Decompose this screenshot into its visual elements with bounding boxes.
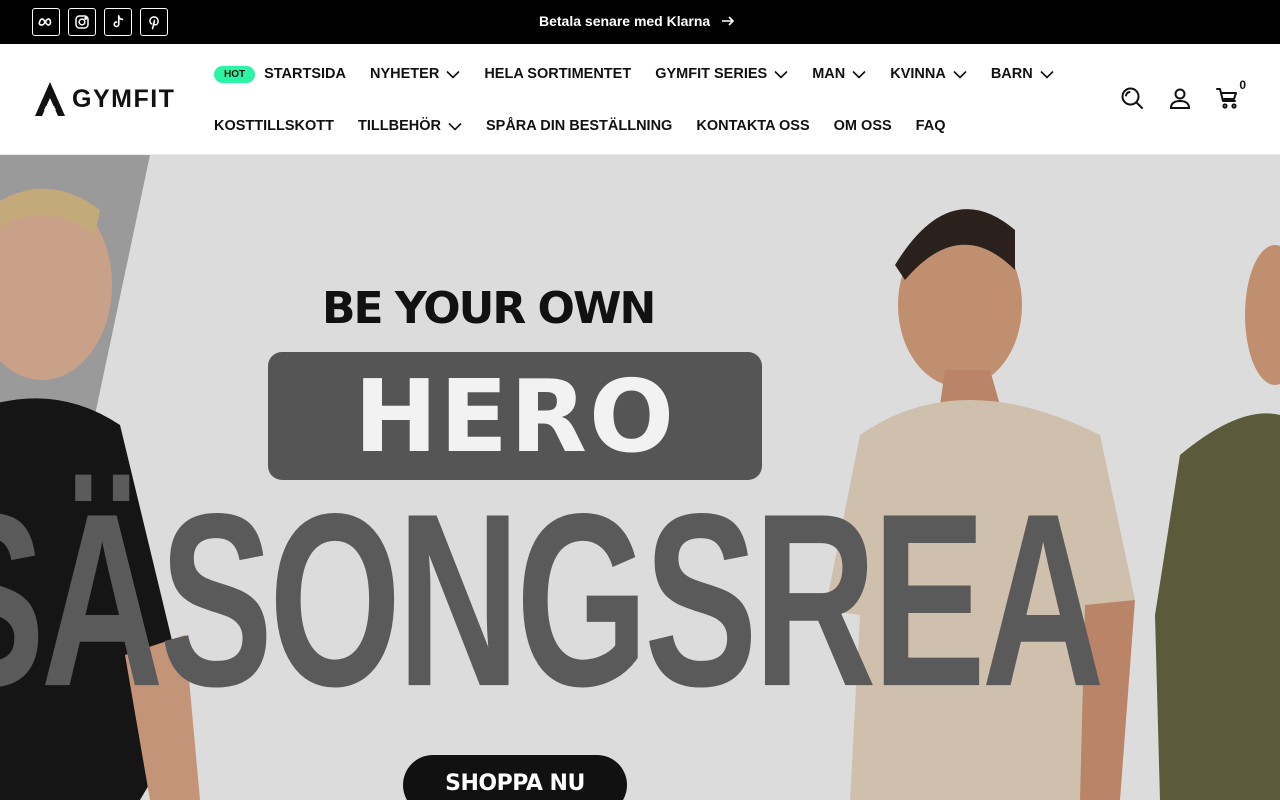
nav-label: HELA SORTIMENTET [484,66,632,82]
nav-barn[interactable]: BARN [991,62,1054,86]
nav-man[interactable]: MAN [812,62,866,86]
gymfit-logo-icon [35,82,65,116]
site-header: GYMFIT HOT STARTSIDA NYHETER HELA SORTIM… [0,44,1280,155]
nav-label: FAQ [915,118,946,134]
chevron-down-icon [448,122,462,131]
tiktok-icon [113,15,124,28]
nav-kontakta-oss[interactable]: KONTAKTA OSS [696,114,809,138]
cart-icon [1216,88,1237,109]
instagram-icon [75,15,89,29]
nav-label: TILLBEHÖR [358,118,441,134]
account-button[interactable] [1168,86,1192,112]
nav-label: OM OSS [833,118,892,134]
nav-nyheter[interactable]: NYHETER [370,62,460,86]
klarna-announcement-link[interactable]: Betala senare med Klarna [539,13,736,29]
nav-kosttillskott[interactable]: KOSTTILLSKOTT [214,114,334,138]
nav-hela-sortimentet[interactable]: HELA SORTIMENTET [484,62,631,86]
nav-label: KOSTTILLSKOTT [214,118,335,134]
instagram-link[interactable] [68,8,96,36]
logo-text: GYMFIT [72,84,176,113]
nav-om-oss[interactable]: OM OSS [834,114,892,138]
nav-label: MAN [812,66,846,82]
tiktok-link[interactable] [104,8,132,36]
search-button[interactable] [1120,86,1144,112]
chevron-down-icon [774,70,788,79]
header-actions: 0 [1120,78,1246,112]
meta-icon [38,18,52,26]
shop-now-label: SHOPPA NU [445,771,585,796]
chevron-down-icon [446,70,460,79]
hero-sale-title: SÄSONGSREA [0,463,1105,739]
nav-label: KONTAKTA OSS [696,118,810,134]
cart-button[interactable]: 0 [1216,78,1246,112]
nav-startsida[interactable]: HOT STARTSIDA [214,62,346,86]
nav-spara-din-bestallning[interactable]: SPÅRA DIN BESTÄLLNING [486,114,672,138]
nav-tillbehor[interactable]: TILLBEHÖR [358,114,462,138]
meta-link[interactable] [32,8,60,36]
nav-label: BARN [990,66,1033,82]
cart-count: 0 [1239,78,1246,92]
pinterest-link[interactable] [140,8,168,36]
main-nav-row-2: KOSTTILLSKOTT TILLBEHÖR SPÅRA DIN BESTÄL… [214,114,969,138]
hero-headline: BE YOUR OWN [322,283,656,334]
nav-label: STARTSIDA [264,66,347,82]
search-icon [1121,87,1143,109]
nav-label: GYMFIT SERIES [655,66,768,82]
chevron-down-icon [953,70,967,79]
user-icon [1169,88,1191,109]
arrow-right-icon [722,16,735,26]
nav-faq[interactable]: FAQ [916,114,946,138]
hero-banner[interactable]: BE YOUR OWN HERO SÄSONGSREA SHOPPA NU [0,155,1280,800]
announcement-text: Betala senare med Klarna [539,13,711,29]
pinterest-icon [149,16,159,30]
main-nav-row-1: HOT STARTSIDA NYHETER HELA SORTIMENTET G… [214,62,1078,86]
nav-gymfit-series[interactable]: GYMFIT SERIES [655,62,788,86]
shop-now-button[interactable]: SHOPPA NU [403,755,627,800]
nav-label: SPÅRA DIN BESTÄLLNING [485,118,673,134]
social-links [32,8,168,36]
nav-label: KVINNA [890,66,946,82]
logo-link[interactable]: GYMFIT [34,80,175,118]
nav-kvinna[interactable]: KVINNA [890,62,967,86]
nav-label: NYHETER [370,66,440,82]
hot-badge: HOT [214,65,256,83]
announcement-bar: Betala senare med Klarna [0,0,1280,44]
chevron-down-icon [852,70,866,79]
chevron-down-icon [1040,70,1054,79]
